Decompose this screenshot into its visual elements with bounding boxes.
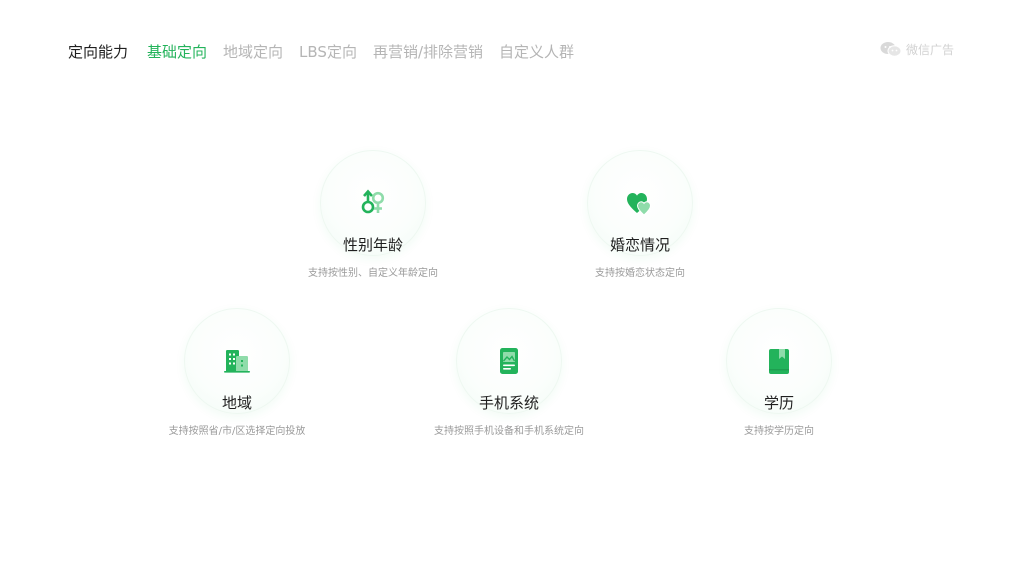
page-title: 定向能力 [68,42,129,61]
feature-title: 性别年龄 [342,236,403,254]
feature-description: 支持按学历定向 [744,426,814,437]
buildings-icon [224,350,250,373]
hearts-icon [627,193,652,216]
feature-card-education: 学历 支持按学历定向 [669,308,889,438]
wechat-icon [880,42,902,57]
phone-icon [500,348,518,374]
tab-remarketing[interactable]: 再营销/排除营销 [373,41,483,62]
feature-card-gender-age: 性别年龄 支持按性别、自定义年龄定向 [263,150,483,280]
tab-region-targeting[interactable]: 地域定向 [223,41,283,62]
book-icon [769,349,789,374]
feature-title: 地域 [221,394,252,412]
wechat-ads-logo: 微信广告 [880,40,954,58]
feature-title: 学历 [763,394,794,412]
tab-custom-audience[interactable]: 自定义人群 [499,41,574,62]
feature-card-marital-status: 婚恋情况 支持按婚恋状态定向 [530,150,750,280]
feature-description: 支持按性别、自定义年龄定向 [308,268,438,279]
gender-icon [361,189,385,214]
feature-description: 支持按照手机设备和手机系统定向 [434,426,584,437]
feature-title: 手机系统 [478,394,539,412]
feature-card-region: 地域 支持按照省/市/区选择定向投放 [127,308,347,438]
feature-title: 婚恋情况 [609,236,670,254]
feature-description: 支持按照省/市/区选择定向投放 [168,426,306,437]
top-navigation: 定向能力 基础定向 地域定向 LBS定向 再营销/排除营销 自定义人群 [68,40,590,62]
tab-lbs-targeting[interactable]: LBS定向 [299,41,357,62]
tab-basic-targeting[interactable]: 基础定向 [147,41,207,62]
feature-description: 支持按婚恋状态定向 [595,268,685,279]
logo-text: 微信广告 [906,42,955,57]
feature-card-mobile-system: 手机系统 支持按照手机设备和手机系统定向 [399,308,619,438]
